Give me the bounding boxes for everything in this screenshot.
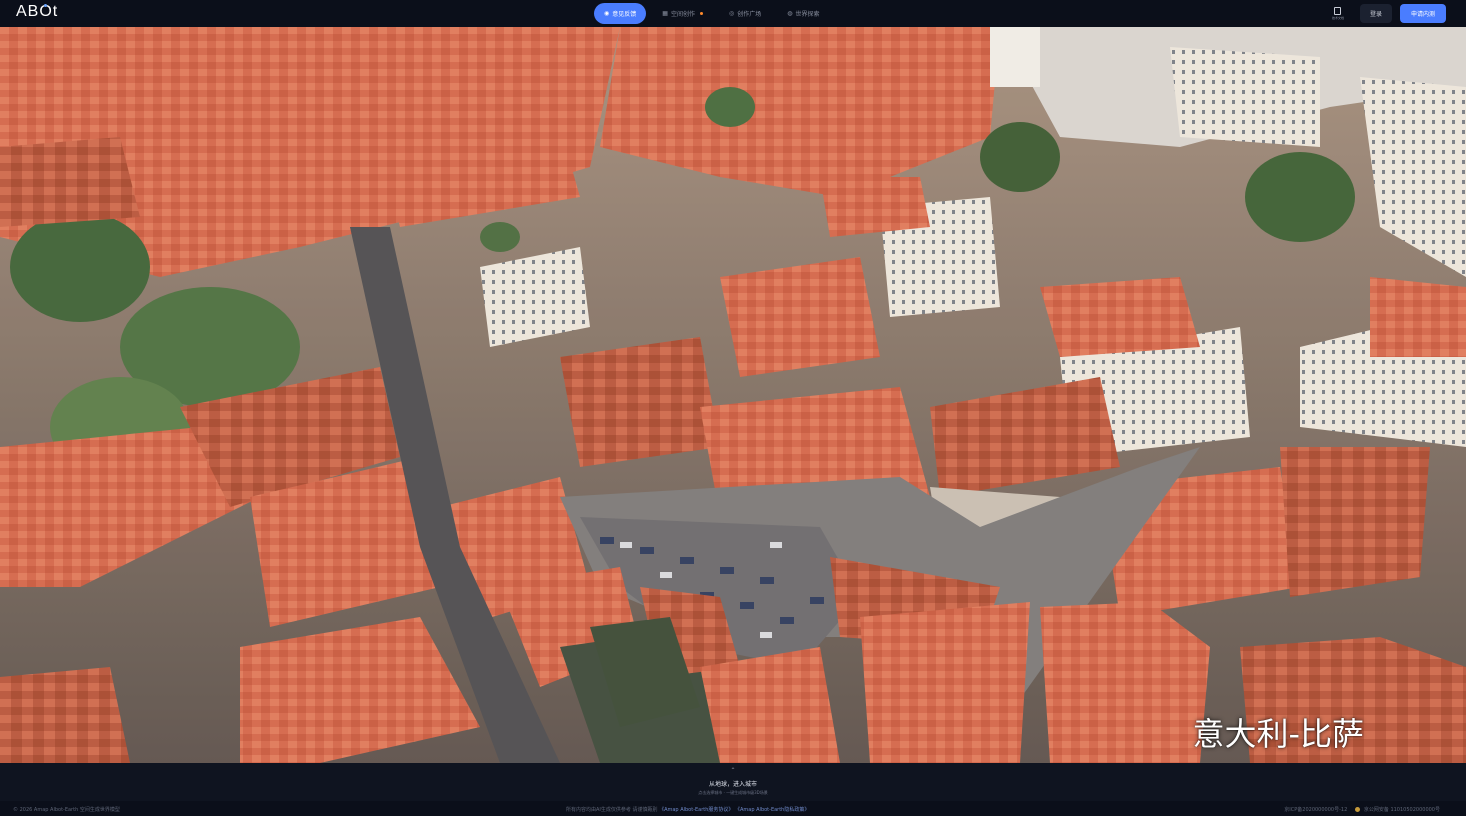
footer-registration: 京ICP备2020000000号-12 京公网安备 11010502000000… (1284, 806, 1440, 813)
panel-subtitle: 点击选择城市 · 一键生成城市级3D场景 (698, 790, 768, 795)
bottom-info-panel: ⌃ 从地球，进入城市 点击选择城市 · 一键生成城市级3D场景 (0, 763, 1466, 801)
tab-space-creation[interactable]: ▦ 空间创作 (652, 3, 713, 24)
aerial-city-scene (0, 27, 1466, 763)
map-pin-icon: ◉ (604, 10, 610, 17)
compass-icon: ◎ (728, 10, 735, 17)
top-navigation-bar: ABOt ◉ 意见反馈 ▦ 空间创作 ◎ 创作广场 ◍ 世界探索 技术文档 登录… (0, 0, 1466, 27)
panel-title: 从地球，进入城市 (708, 781, 757, 788)
service-agreement-link[interactable]: 《Amap Albot-Earth服务协议》 (659, 807, 733, 813)
disclaimer-text: 所有内容均由AI生成仅供参考 请谨慎甄别 (566, 807, 660, 813)
page-footer: © 2026 Amap Albot-Earth 空间生成世界模型 所有内容均由A… (0, 801, 1466, 816)
tab-world-explore[interactable]: ◍ 世界探索 (777, 3, 829, 24)
chevron-up-icon[interactable]: ⌃ (730, 768, 735, 774)
document-icon (1334, 7, 1342, 15)
footer-disclaimer: 所有内容均由AI生成仅供参考 请谨慎甄别 《Amap Albot-Earth服务… (566, 806, 809, 813)
privacy-policy-link[interactable]: 《Amap Albot-Earth隐私政策》 (735, 807, 809, 813)
icp-link[interactable]: 京ICP备2020000000号-12 (1284, 806, 1347, 813)
haze-overlay (0, 27, 1466, 763)
header-actions: 技术文档 登录 申请内测 (1324, 4, 1446, 23)
app-logo[interactable]: ABOt (16, 3, 58, 21)
apply-beta-button[interactable]: 申请内测 (1400, 4, 1446, 23)
globe-icon: ◍ (787, 10, 793, 17)
police-registration-text: 京公网安备 11010502000000号 (1363, 807, 1440, 813)
tab-space-creation-label: 空间创作 (670, 11, 695, 18)
tab-feedback-label: 意见反馈 (612, 11, 637, 18)
new-badge-dot (699, 12, 703, 15)
logo-dot-icon (44, 4, 47, 7)
location-caption: 意大利-比萨 (1192, 715, 1364, 753)
tab-creation-plaza-label: 创作广场 (737, 11, 762, 18)
docs-label: 技术文档 (1331, 16, 1344, 20)
login-button[interactable]: 登录 (1359, 4, 1392, 23)
grid-icon: ▦ (662, 10, 668, 17)
tab-feedback[interactable]: ◉ 意见反馈 (594, 3, 647, 24)
docs-button[interactable]: 技术文档 (1324, 4, 1352, 23)
mode-tabs: ◉ 意见反馈 ▦ 空间创作 ◎ 创作广场 ◍ 世界探索 (594, 3, 829, 24)
police-registration[interactable]: 京公网安备 11010502000000号 (1355, 806, 1440, 813)
tab-creation-plaza[interactable]: ◎ 创作广场 (719, 3, 771, 24)
copyright-text: © 2026 Amap Albot-Earth 空间生成世界模型 (13, 807, 120, 813)
tab-world-explore-label: 世界探索 (795, 11, 820, 18)
city-3d-viewport[interactable]: 意大利-比萨 (0, 27, 1466, 763)
police-badge-icon (1355, 807, 1361, 812)
